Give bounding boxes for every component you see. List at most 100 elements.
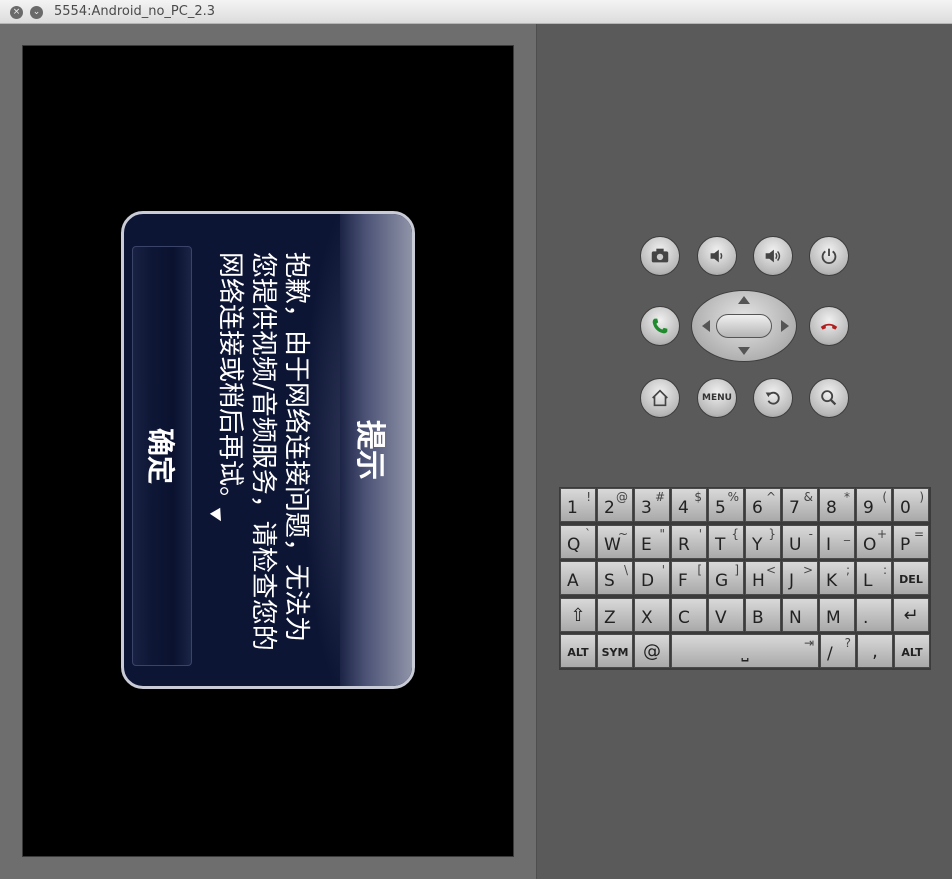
key[interactable]: 0): [893, 488, 929, 522]
key[interactable]: 7 &: [782, 488, 818, 522]
back-button[interactable]: [753, 378, 793, 418]
volume-down-button[interactable]: [697, 236, 737, 276]
end-call-button[interactable]: [809, 306, 849, 346]
key-label: 8: [826, 498, 837, 518]
key[interactable]: 2 @: [597, 488, 633, 522]
key[interactable]: G]: [708, 561, 744, 595]
key[interactable]: M: [819, 597, 855, 632]
key-label: 7: [789, 498, 800, 518]
key[interactable]: L:: [856, 561, 892, 595]
menu-button[interactable]: MENU: [697, 378, 737, 418]
power-button[interactable]: [809, 236, 849, 276]
dpad-down-icon[interactable]: [738, 347, 750, 355]
tab-icon: ⇥: [803, 636, 814, 650]
key[interactable]: 8 *: [819, 488, 855, 522]
key-alt-label: ': [698, 526, 702, 541]
key-label: C: [678, 607, 690, 628]
key[interactable]: F[: [671, 561, 707, 595]
key[interactable]: C: [671, 597, 707, 632]
key-space[interactable]: ⎵ ⇥: [671, 634, 819, 668]
key-alt-label: :: [882, 563, 887, 577]
key[interactable]: U-: [782, 524, 818, 559]
key[interactable]: X: [634, 597, 670, 632]
ok-button[interactable]: 确定: [132, 246, 192, 666]
key-alt-label: !: [586, 490, 591, 504]
dpad-left-icon[interactable]: [702, 320, 710, 332]
dpad-center-button[interactable]: [716, 314, 772, 338]
key[interactable]: 6 ^: [745, 488, 781, 522]
key-label: I: [826, 534, 832, 555]
key-label: O: [863, 534, 877, 555]
key-alt-label: }: [768, 526, 776, 541]
key[interactable]: P =: [893, 524, 929, 559]
key-alt-label: +: [876, 526, 887, 541]
key-label: 4: [678, 498, 689, 518]
key[interactable]: Q `: [560, 524, 596, 559]
key-label: F: [678, 571, 688, 591]
close-window-button[interactable]: ×: [10, 6, 23, 19]
key-label: ,: [872, 641, 878, 662]
key-label: M: [826, 607, 841, 628]
key[interactable]: 9(: [856, 488, 892, 522]
key-label: G: [715, 571, 729, 591]
call-button[interactable]: [640, 306, 680, 346]
key-slash[interactable]: / ?: [820, 634, 856, 668]
phone-red-icon: [820, 323, 838, 330]
key[interactable]: S \: [597, 561, 633, 595]
dpad-up-icon[interactable]: [738, 296, 750, 304]
key[interactable]: 5%: [708, 488, 744, 522]
phone-green-icon: [652, 318, 668, 334]
key-alt-label: _: [844, 526, 850, 541]
volume-up-button[interactable]: [753, 236, 793, 276]
key-label: V: [715, 607, 727, 628]
key-label: A: [567, 571, 579, 591]
key-comma[interactable]: ,: [857, 634, 893, 668]
key[interactable]: B: [745, 597, 781, 632]
key[interactable]: Y}: [745, 524, 781, 559]
key[interactable]: N: [782, 597, 818, 632]
search-button[interactable]: [809, 378, 849, 418]
key[interactable]: W ~: [597, 524, 633, 559]
key-label: DEL: [899, 573, 923, 586]
key-alt-left[interactable]: ALT: [560, 634, 596, 668]
key[interactable]: 1!: [560, 488, 596, 522]
key-alt-label: &: [803, 490, 813, 504]
key-label: E: [641, 534, 652, 555]
key[interactable]: A: [560, 561, 596, 595]
key-alt-label: ): [919, 490, 924, 504]
key[interactable]: E ": [634, 524, 670, 559]
key[interactable]: ⇧: [560, 597, 596, 632]
key-label: SYM: [601, 646, 629, 659]
key-sym[interactable]: SYM: [597, 634, 633, 668]
key[interactable]: ↵: [893, 597, 929, 632]
key[interactable]: D ': [634, 561, 670, 595]
key[interactable]: T{: [708, 524, 744, 559]
key[interactable]: H <: [745, 561, 781, 595]
key[interactable]: 4 $: [671, 488, 707, 522]
key[interactable]: R ': [671, 524, 707, 559]
key[interactable]: J >: [782, 561, 818, 595]
dialog-title: 提示: [352, 420, 387, 480]
key[interactable]: K;: [819, 561, 855, 595]
key[interactable]: DEL: [893, 561, 929, 595]
minimize-window-button[interactable]: ⌄: [30, 6, 43, 19]
key[interactable]: V: [708, 597, 744, 632]
key-alt-label: -: [808, 526, 813, 541]
key-alt-label: *: [844, 490, 850, 504]
key[interactable]: .: [856, 597, 892, 632]
key-label: S: [604, 571, 615, 591]
key[interactable]: O +: [856, 524, 892, 559]
emulator-controls-area: [537, 24, 952, 879]
key-alt-right[interactable]: ALT: [894, 634, 930, 668]
key-label: @: [643, 641, 661, 662]
key-label: P: [900, 534, 911, 555]
key[interactable]: 3 #: [634, 488, 670, 522]
key[interactable]: Z: [597, 597, 633, 632]
home-button[interactable]: [640, 378, 680, 418]
key-at[interactable]: @: [634, 634, 670, 668]
dpad-right-icon[interactable]: [781, 320, 789, 332]
search-icon: [821, 390, 837, 406]
key-alt-label: `: [585, 526, 591, 541]
key[interactable]: I _: [819, 524, 855, 559]
camera-button[interactable]: [640, 236, 680, 276]
